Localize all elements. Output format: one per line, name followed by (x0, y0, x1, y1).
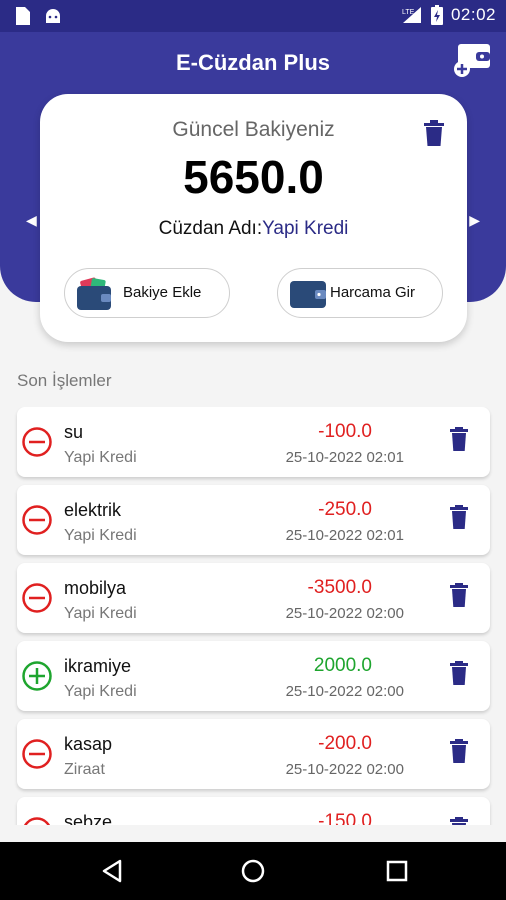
transaction-wallet: Yapi Kredi (64, 527, 137, 544)
add-spending-label: Harcama Gir (330, 284, 416, 301)
minus-circle-icon (22, 505, 52, 535)
notification-file-icon (16, 7, 30, 25)
transaction-title: kasap (64, 734, 113, 754)
transaction-wallet: Yapi Kredi (64, 449, 137, 466)
transaction-date: 25-10-2022 02:01 (285, 527, 404, 544)
transaction-amount: -250.0 (318, 499, 372, 520)
transaction-amount: -3500.0 (307, 577, 372, 598)
android-icon (46, 9, 60, 23)
wallet-name-line: Cüzdan Adı:Yapi Kredi (40, 218, 467, 240)
transaction-title: sebze (64, 812, 113, 825)
back-icon[interactable] (98, 856, 128, 886)
transaction-title: mobilya (64, 578, 127, 598)
transaction-title: su (64, 422, 84, 442)
transaction-amount: 2000.0 (313, 655, 372, 676)
transaction-date: 25-10-2022 02:00 (285, 683, 404, 700)
delete-transaction-icon[interactable] (450, 661, 468, 685)
transaction-item[interactable]: su Yapi Kredi -100.0 25-10-2022 02:01 (17, 407, 490, 477)
delete-transaction-icon[interactable] (450, 739, 468, 763)
app-title: E-Cüzdan Plus (175, 50, 330, 75)
balance-label: Güncel Bakiyeniz (172, 118, 335, 141)
transaction-item[interactable]: sebze -150.0 (17, 797, 490, 825)
transaction-wallet: Yapi Kredi (64, 683, 137, 700)
add-spending-button[interactable]: Harcama Gir (277, 268, 443, 318)
transaction-list: su Yapi Kredi -100.0 25-10-2022 02:01 elektr… (0, 407, 506, 825)
system-navigation-bar (0, 842, 506, 900)
recent-transactions-title: Son İşlemler (17, 371, 112, 390)
delete-transaction-icon[interactable] (450, 583, 468, 607)
transaction-amount: -100.0 (318, 421, 372, 442)
transaction-date: 25-10-2022 02:01 (285, 449, 404, 466)
battery-charging-icon (430, 5, 443, 25)
next-wallet-arrow[interactable]: ▶ (469, 212, 480, 229)
add-wallet-icon[interactable] (452, 42, 492, 78)
home-icon[interactable] (238, 856, 268, 886)
status-time: 02:02 (450, 5, 496, 24)
transaction-item[interactable]: elektrik Yapi Kredi -250.0 25-10-2022 02:01 (17, 485, 490, 555)
wallet-prefix: Cüzdan Adı: (158, 218, 263, 239)
svg-text:LTE: LTE (402, 9, 415, 16)
balance-value: 5650.0 (183, 151, 324, 203)
transaction-date: 25-10-2022 02:00 (285, 605, 404, 622)
plus-circle-icon (22, 661, 52, 691)
minus-circle-icon (22, 583, 52, 613)
minus-circle-icon (22, 427, 52, 457)
wallet-name: Yapi Kredi (262, 218, 349, 239)
transaction-title: ikramiye (64, 656, 132, 676)
add-balance-label: Bakiye Ekle (123, 284, 202, 301)
transaction-wallet: Yapi Kredi (64, 605, 137, 622)
transaction-amount: -200.0 (318, 733, 372, 754)
lte-signal-icon: LTE (402, 7, 421, 23)
previous-wallet-arrow[interactable]: ◀ (26, 212, 37, 229)
balance-card: Güncel Bakiyeniz 5650.0 Cüzdan Adı:Yapi … (40, 94, 467, 342)
delete-transaction-icon[interactable] (450, 505, 468, 529)
transaction-item[interactable]: ikramiye Yapi Kredi 2000.0 25-10-2022 02:00 (17, 641, 490, 711)
transaction-item[interactable]: mobilya Yapi Kredi -3500.0 25-10-2022 02:00 (17, 563, 490, 633)
delete-transaction-icon[interactable] (450, 427, 468, 451)
transaction-item[interactable]: kasap Ziraat -200.0 25-10-2022 02:00 (17, 719, 490, 789)
minus-circle-icon (22, 739, 52, 769)
transaction-title: elektrik (64, 500, 122, 520)
delete-wallet-icon[interactable] (423, 120, 445, 146)
transaction-date: 25-10-2022 02:00 (285, 761, 404, 778)
wallet-icon (290, 281, 326, 308)
transaction-amount: -150.0 (318, 811, 372, 825)
add-balance-button[interactable]: Bakiye Ekle (64, 268, 230, 318)
wallet-money-icon (77, 277, 111, 310)
delete-transaction-icon[interactable] (450, 817, 468, 825)
transaction-wallet: Ziraat (64, 761, 105, 778)
minus-circle-icon (24, 817, 50, 825)
recent-apps-icon[interactable] (382, 856, 412, 886)
status-bar: LTE 02:02 (0, 0, 506, 32)
